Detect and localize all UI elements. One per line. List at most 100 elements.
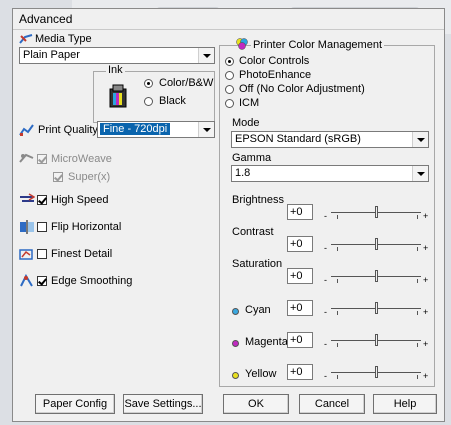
slider-plus: +: [423, 371, 429, 381]
adjustment-label: Yellow: [245, 368, 277, 380]
mode-value: EPSON Standard (sRGB): [235, 133, 361, 145]
color-dot-icon: [232, 340, 239, 347]
slider-thumb[interactable]: [375, 270, 378, 282]
adjustment-value: +0: [290, 270, 303, 282]
slider-tick: [337, 375, 338, 379]
adjustment-label: Magenta: [245, 336, 288, 348]
edge-smoothing-icon: [20, 274, 33, 287]
mode-label: Mode: [232, 117, 260, 129]
slider-minus: -: [324, 307, 327, 317]
paper-config-button[interactable]: Paper Config: [35, 394, 115, 414]
window-title: Advanced: [19, 12, 73, 26]
slider-minus: -: [324, 243, 327, 253]
adjustment-label: Cyan: [245, 304, 271, 316]
print-quality-value: Fine - 720dpi: [100, 123, 171, 135]
flip-horizontal-label: Flip Horizontal: [51, 221, 122, 233]
color-dot-icon: [232, 372, 239, 379]
cancel-button[interactable]: Cancel: [299, 394, 365, 414]
save-settings-button[interactable]: Save Settings...: [123, 394, 203, 414]
chevron-down-icon[interactable]: [412, 132, 428, 147]
slider-thumb[interactable]: [375, 302, 378, 314]
slider-thumb[interactable]: [375, 206, 378, 218]
slider-tick: [337, 279, 338, 283]
high-speed-checkbox[interactable]: [37, 195, 47, 205]
icm-label: ICM: [239, 97, 260, 109]
edge-smoothing-label: Edge Smoothing: [51, 275, 133, 287]
finest-detail-icon: [19, 249, 33, 260]
slider-tick: [417, 343, 418, 347]
adjustment-label: Brightness: [232, 194, 284, 206]
slider-tick: [417, 215, 418, 219]
photoenhance-label: PhotoEnhance: [239, 69, 312, 81]
color-controls-radio[interactable]: [225, 57, 234, 66]
slider-tick: [417, 375, 418, 379]
color-circles-icon: [236, 38, 248, 50]
media-type-icon: [19, 34, 33, 44]
slider-minus: -: [324, 371, 327, 381]
adjustment-value-field[interactable]: +0: [287, 268, 313, 284]
gamma-select[interactable]: 1.8: [231, 165, 429, 182]
ink-black-label: Black: [159, 95, 186, 107]
adjustment-value-field[interactable]: +0: [287, 364, 313, 380]
print-quality-select[interactable]: Fine - 720dpi: [97, 121, 215, 138]
slider-minus: -: [324, 275, 327, 285]
slider-tick: [337, 215, 338, 219]
slider-tick: [337, 311, 338, 315]
slider-thumb[interactable]: [375, 334, 378, 346]
adjustment-label: Saturation: [232, 258, 283, 270]
microweave-checkbox[interactable]: [37, 154, 47, 164]
high-speed-label: High Speed: [51, 194, 109, 206]
background-window: Advanced Media Type Plain Paper Ink Colo…: [0, 0, 451, 425]
slider-plus: +: [423, 243, 429, 253]
adjustment-value: +0: [290, 206, 303, 218]
icm-radio[interactable]: [225, 99, 234, 108]
color-controls-label: Color Controls: [239, 55, 310, 67]
edge-smoothing-checkbox[interactable]: [37, 276, 47, 286]
flip-horizontal-icon: [20, 220, 34, 234]
microweave-icon: [19, 153, 34, 163]
adjustment-value-field[interactable]: +0: [287, 236, 313, 252]
help-button[interactable]: Help: [373, 394, 437, 414]
photoenhance-radio[interactable]: [225, 71, 234, 80]
slider-thumb[interactable]: [375, 366, 378, 378]
slider-tick: [417, 279, 418, 283]
slider-tick: [337, 343, 338, 347]
no-color-adjustment-label: Off (No Color Adjustment): [239, 83, 365, 95]
microweave-label: MicroWeave: [51, 153, 112, 165]
mode-select[interactable]: EPSON Standard (sRGB): [231, 131, 429, 148]
advanced-dialog: Advanced Media Type Plain Paper Ink Colo…: [12, 8, 445, 422]
chevron-down-icon[interactable]: [198, 122, 214, 137]
adjustment-value: +0: [290, 302, 303, 314]
ink-label: Ink: [106, 64, 125, 76]
print-quality-icon: [19, 124, 34, 136]
ink-color-radio[interactable]: [144, 79, 153, 88]
finest-detail-label: Finest Detail: [51, 248, 113, 260]
media-type-select[interactable]: Plain Paper: [19, 47, 215, 64]
ink-cartridge-icon: [109, 84, 127, 108]
media-type-label: Media Type: [35, 33, 92, 45]
adjustment-value-field[interactable]: +0: [287, 204, 313, 220]
no-color-adjustment-radio[interactable]: [225, 85, 234, 94]
flip-horizontal-checkbox[interactable]: [37, 222, 47, 232]
ink-black-radio[interactable]: [144, 97, 153, 106]
adjustment-label: Contrast: [232, 226, 274, 238]
super-label: Super(x): [68, 171, 111, 183]
media-type-value: Plain Paper: [23, 49, 80, 61]
finest-detail-checkbox[interactable]: [37, 249, 47, 259]
super-checkbox[interactable]: [53, 172, 63, 182]
adjustment-value: +0: [290, 366, 303, 378]
slider-minus: -: [324, 211, 327, 221]
slider-tick: [417, 247, 418, 251]
adjustment-value: +0: [290, 334, 303, 346]
slider-plus: +: [423, 211, 429, 221]
chevron-down-icon[interactable]: [198, 48, 214, 63]
adjustment-value-field[interactable]: +0: [287, 332, 313, 348]
chevron-down-icon[interactable]: [412, 166, 428, 181]
slider-tick: [417, 311, 418, 315]
adjustment-value-field[interactable]: +0: [287, 300, 313, 316]
slider-thumb[interactable]: [375, 238, 378, 250]
ok-button[interactable]: OK: [223, 394, 289, 414]
color-dot-icon: [232, 308, 239, 315]
slider-plus: +: [423, 339, 429, 349]
color-management-label: Printer Color Management: [251, 39, 385, 51]
